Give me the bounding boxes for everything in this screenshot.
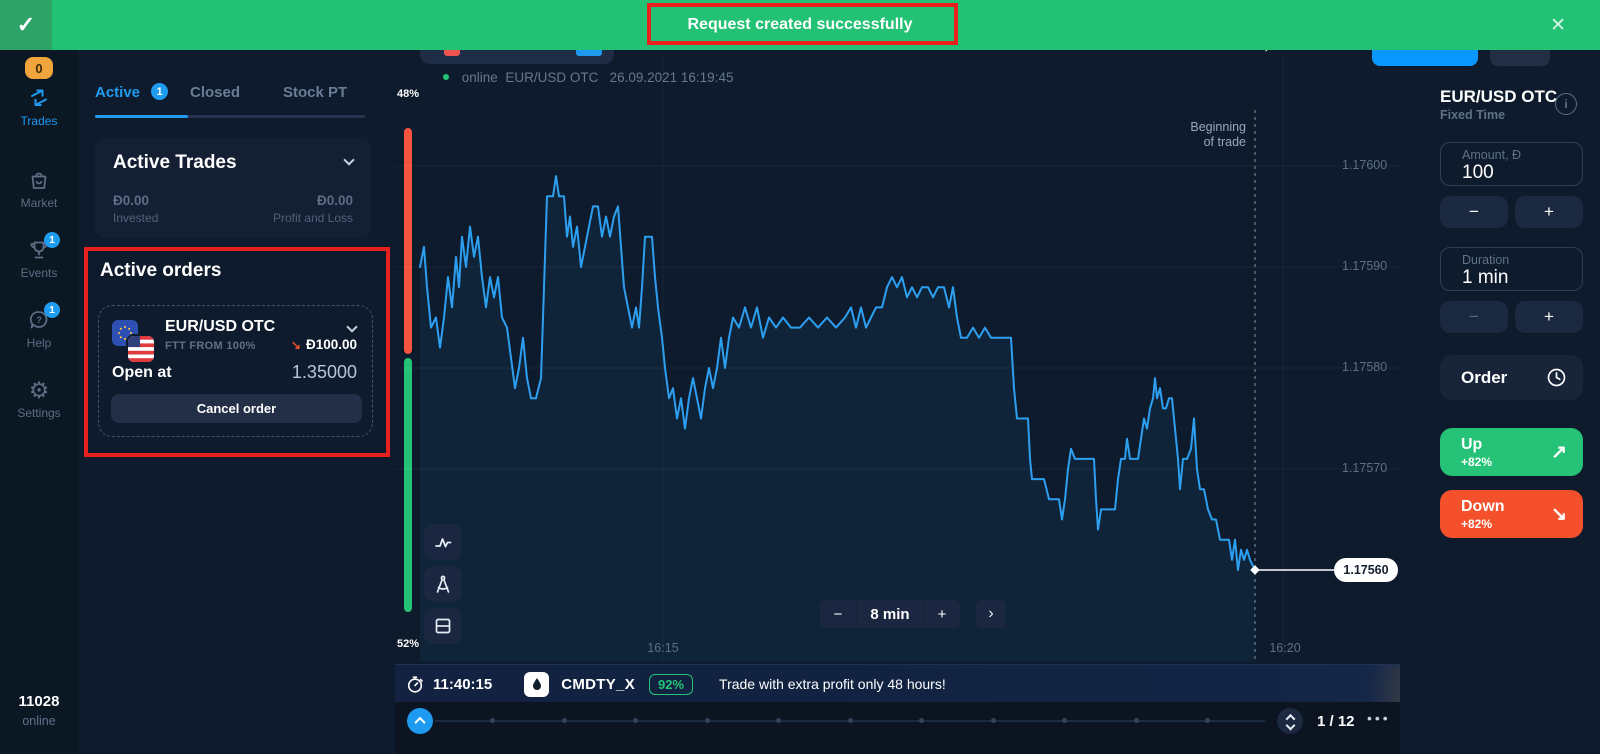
sidebar-item-help[interactable]: 1 ? Help <box>0 308 78 350</box>
pnl-value: Đ0.00 <box>317 193 353 208</box>
order-amount: ↘Đ100.00 <box>291 337 357 352</box>
close-icon[interactable]: ✕ <box>1550 14 1566 37</box>
pager-more-button[interactable]: ••• <box>1367 710 1391 726</box>
trades-panel: Trades Active 1 Closed Stock PT Active T… <box>78 0 395 754</box>
selected-pair[interactable]: EUR/USD OTC <box>1440 87 1557 107</box>
gear-icon: ⚙ <box>0 378 78 402</box>
split-rows-icon <box>432 615 454 637</box>
online-counter: 11028 online <box>0 693 78 728</box>
time-tick: 16:15 <box>633 641 693 655</box>
amount-value: 100 <box>1462 162 1582 184</box>
tab-stock-pt[interactable]: Stock PT <box>283 84 347 101</box>
clock-icon <box>1546 367 1567 388</box>
scroll-to-now-button[interactable]: › <box>976 600 1006 628</box>
trade-mode-label: Fixed Time <box>1440 108 1505 122</box>
price-tick: 1.17570 <box>1342 461 1400 475</box>
duration-value: 1 min <box>1462 267 1582 289</box>
pnl-label: Profit and Loss <box>273 211 353 225</box>
chevron-down-icon[interactable] <box>343 154 354 165</box>
sidebar-item-trades[interactable]: Trades <box>0 86 78 128</box>
trade-panel: Đ9,704.00 EUR/USD OTC Fixed Time i Amoun… <box>1400 0 1600 754</box>
promo-message: Trade with extra profit only 48 hours! <box>719 676 946 692</box>
duration-field[interactable]: Duration 1 min <box>1440 247 1583 291</box>
curve-icon <box>432 531 454 553</box>
timeframe-control: − 8 min + <box>820 600 960 628</box>
help-badge: 1 <box>44 302 60 318</box>
us-flag-icon <box>128 336 154 362</box>
toast-message: Request created successfully <box>0 0 1600 50</box>
price-tick: 1.17580 <box>1342 360 1400 374</box>
pager-dots <box>490 718 1210 723</box>
sidebar-item-events[interactable]: 1 Events <box>0 238 78 280</box>
open-at-label: Open at <box>112 364 172 382</box>
duration-label: Duration <box>1462 253 1582 267</box>
chevron-down-icon <box>1285 720 1295 730</box>
time-tick: 16:20 <box>1255 641 1315 655</box>
drawing-tools-button[interactable] <box>424 566 462 602</box>
timeframe-value: 8 min <box>857 600 923 628</box>
tab-active-badge: 1 <box>151 83 168 100</box>
tab-active[interactable]: Active <box>95 84 140 101</box>
down-button[interactable]: Down+82% ↘ <box>1440 490 1583 538</box>
duration-plus-button[interactable]: + <box>1515 301 1583 333</box>
promo-percent-badge: 92% <box>649 674 693 695</box>
notification-badge[interactable]: 0 <box>25 57 53 79</box>
chevron-down-icon[interactable] <box>346 321 357 332</box>
active-orders-title: Active orders <box>100 260 221 282</box>
compass-icon <box>432 573 454 595</box>
sidebar-item-market[interactable]: Market <box>0 168 78 210</box>
market-bag-icon <box>27 168 51 192</box>
amount-label: Amount, Đ <box>1462 148 1582 162</box>
current-price-badge: 1.17560 <box>1334 558 1398 582</box>
indicators-button[interactable] <box>424 524 462 560</box>
sidebar-item-settings[interactable]: ⚙ Settings <box>0 378 78 420</box>
active-trades-title: Active Trades <box>113 152 237 174</box>
pager-expand-button[interactable] <box>1277 708 1303 734</box>
oil-drop-icon <box>530 677 544 691</box>
chart-layout-button[interactable] <box>424 608 462 644</box>
timeframe-minus-button[interactable]: − <box>820 600 856 628</box>
chart-canvas[interactable] <box>395 0 1400 665</box>
toast-banner: ✓ Request created successfully ✕ <box>0 0 1600 50</box>
cancel-order-button[interactable]: Cancel order <box>111 394 362 423</box>
amount-plus-button[interactable]: + <box>1515 196 1583 228</box>
tab-active-indicator <box>95 115 188 118</box>
invested-label: Invested <box>113 211 158 225</box>
trades-arrows-icon <box>27 86 51 110</box>
pager-page-indicator: 1 / 12 <box>1317 713 1355 730</box>
info-icon[interactable]: i <box>1555 93 1577 115</box>
trading-app: Trades Active 1 Closed Stock PT Active T… <box>0 0 1600 754</box>
active-trades-card: Active Trades Đ0.00 Invested Đ0.00 Profi… <box>95 138 371 238</box>
up-button[interactable]: Up+82% ↗ <box>1440 428 1583 476</box>
open-at-value: 1.35000 <box>292 362 357 383</box>
svg-text:?: ? <box>36 315 42 325</box>
timeframe-plus-button[interactable]: + <box>924 600 960 628</box>
beginning-of-trade-label: Beginningof trade <box>1096 120 1246 150</box>
order-subtitle: FTT FROM 100% <box>165 340 256 352</box>
stopwatch-icon <box>405 674 425 694</box>
price-tick: 1.17590 <box>1342 259 1400 273</box>
chevron-up-icon <box>414 717 425 728</box>
price-tick: 1.17600 <box>1342 158 1400 172</box>
order-card: EUR/USD OTC FTT FROM 100% ↘Đ100.00 Open … <box>98 305 373 437</box>
promo-symbol[interactable]: CMDTY_X <box>561 676 635 693</box>
chart-zone: online EUR/USD OTC 26.09.2021 16:19:45 4… <box>395 0 1400 754</box>
asset-logo <box>524 672 549 697</box>
order-pair: EUR/USD OTC <box>165 318 275 336</box>
order-button[interactable]: Order <box>1440 355 1583 400</box>
amount-minus-button[interactable]: − <box>1440 196 1508 228</box>
down-right-arrow-icon: ↘ <box>291 338 301 352</box>
duration-minus-button[interactable]: − <box>1440 301 1508 333</box>
collapse-ticker-button[interactable] <box>407 708 433 734</box>
events-badge: 1 <box>44 232 60 248</box>
invested-value: Đ0.00 <box>113 193 149 208</box>
amount-field[interactable]: Amount, Đ 100 <box>1440 142 1583 186</box>
arrow-down-right-icon: ↘ <box>1551 503 1567 526</box>
app-sidebar: 0 Trades Market 1 Events 1 ? Help ⚙ Sett… <box>0 0 78 754</box>
tab-closed[interactable]: Closed <box>190 84 240 101</box>
promo-countdown: 11:40:15 <box>433 676 492 693</box>
arrow-up-right-icon: ↗ <box>1551 441 1567 464</box>
